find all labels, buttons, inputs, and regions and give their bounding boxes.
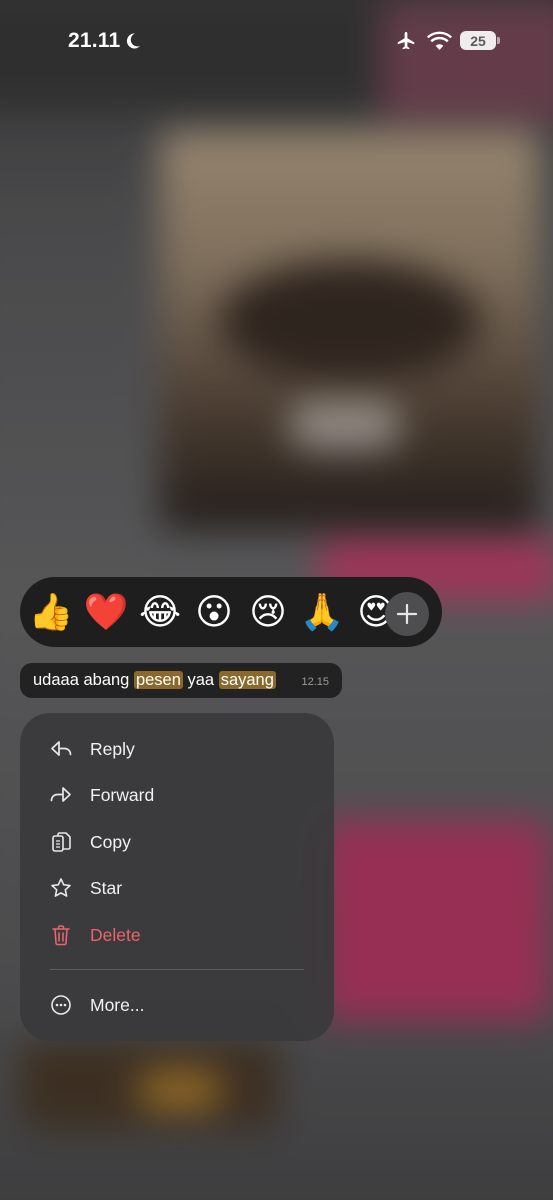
reply-icon xyxy=(51,741,72,756)
menu-item-reply[interactable]: Reply xyxy=(20,727,334,771)
status-bar: 21.11 25 xyxy=(0,0,553,80)
moon-icon xyxy=(126,33,140,49)
reaction-pray[interactable]: 🙏 xyxy=(299,589,345,635)
reaction-thumbs-up[interactable]: 👍 xyxy=(28,589,74,635)
battery-nub xyxy=(497,37,500,44)
message-text: udaaa abang pesen yaa sayang xyxy=(33,671,276,690)
plus-icon xyxy=(396,603,418,625)
menu-item-forward[interactable]: Forward xyxy=(20,773,334,817)
status-time: 21.11 xyxy=(68,29,121,52)
reaction-heart[interactable]: ❤️ xyxy=(83,589,129,635)
reaction-sad[interactable]: 😢 xyxy=(245,589,291,635)
menu-label-reply: Reply xyxy=(90,739,135,759)
message-highlight: sayang xyxy=(218,671,276,689)
reaction-surprised[interactable]: 😮 xyxy=(191,589,237,635)
menu-label-star: Star xyxy=(90,878,123,898)
menu-label-forward: Forward xyxy=(90,785,155,805)
menu-item-more[interactable]: More... xyxy=(20,983,334,1027)
menu-item-star[interactable]: Star xyxy=(20,866,334,910)
message-highlight: pesen xyxy=(133,671,183,689)
battery-level: 25 xyxy=(470,32,486,49)
trash-icon xyxy=(52,925,70,946)
battery-icon: 25 xyxy=(460,31,496,50)
menu-label-more: More... xyxy=(90,995,145,1015)
wifi-icon xyxy=(427,31,452,50)
more-icon xyxy=(51,995,71,1015)
message-text-part: yaa xyxy=(182,671,219,689)
airplane-icon xyxy=(397,31,415,50)
reaction-laugh[interactable]: 😂 xyxy=(137,589,183,635)
menu-label-copy: Copy xyxy=(90,832,131,852)
menu-divider xyxy=(50,969,304,970)
reaction-bar: 👍 ❤️ 😂 😮 😢 🙏 😍 xyxy=(20,577,442,647)
message-text-part: udaaa abang xyxy=(33,671,134,689)
message-timestamp: 12.15 xyxy=(301,676,329,688)
star-icon xyxy=(51,878,71,897)
menu-item-copy[interactable]: Copy xyxy=(20,820,334,864)
context-menu: Reply Forward Copy Star Delete More... xyxy=(20,713,334,1041)
menu-label-delete: Delete xyxy=(90,925,141,945)
add-reaction-button[interactable] xyxy=(385,592,429,636)
message-bubble[interactable]: udaaa abang pesen yaa sayang 12.15 xyxy=(20,663,342,698)
copy-icon xyxy=(52,832,71,852)
menu-item-delete[interactable]: Delete xyxy=(20,913,334,957)
forward-icon xyxy=(50,787,71,802)
